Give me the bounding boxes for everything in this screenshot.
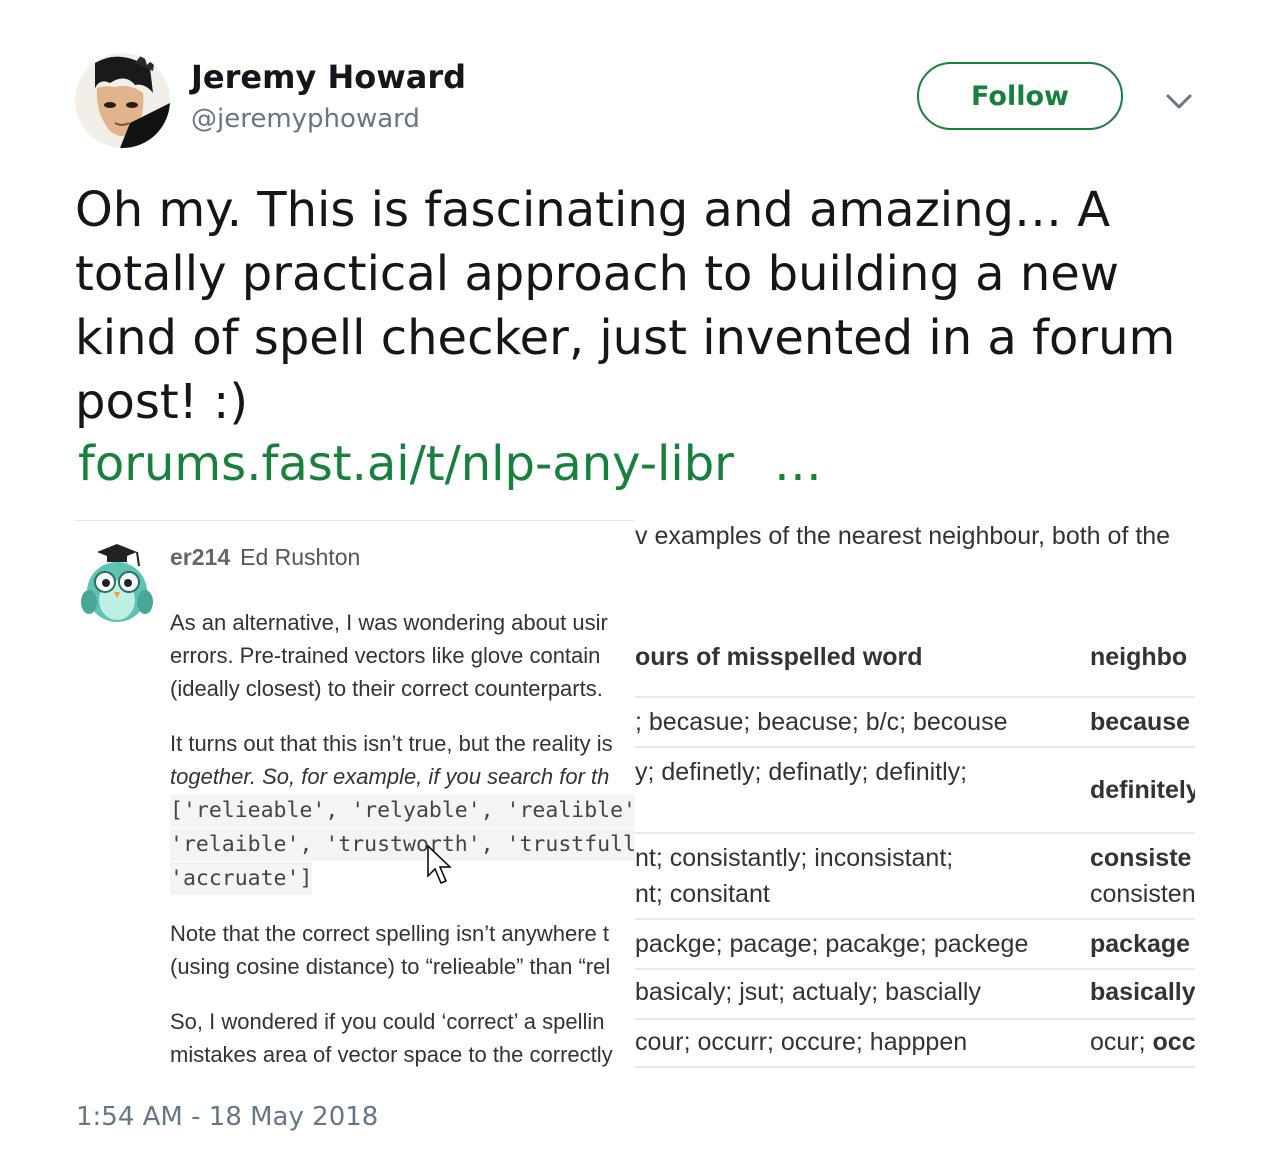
tweet-media-image[interactable]: er214 Ed Rushton As an alternative, I was… xyxy=(75,520,1195,1070)
table-cell: consisten xyxy=(1090,880,1195,908)
forum-user: er214 Ed Rushton xyxy=(170,544,360,571)
forum-fullname: Ed Rushton xyxy=(240,544,361,570)
table-row: basicaly; jsut; actualy; bascially basic… xyxy=(635,970,1195,1020)
tweet-line: Oh my. This is fascinating and amazing… … xyxy=(75,182,1111,238)
forum-username: er214 xyxy=(170,544,231,570)
table-cell: consiste xyxy=(1090,844,1192,872)
table-cell: y; definetly; definatly; definitly; xyxy=(635,758,968,786)
table-row: cour; occurr; occure; happpen ocur; occ xyxy=(635,1020,1195,1068)
code-line: 'relaible', 'trustworth', 'trustfull xyxy=(170,828,636,861)
tweet-line: post! :) xyxy=(75,374,249,430)
forum-post: As an alternative, I was wondering about… xyxy=(170,606,640,1070)
tweet-link-text[interactable]: forums.fast.ai/t/nlp-any-libr xyxy=(78,436,734,492)
post-line: As an alternative, I was wondering about… xyxy=(170,610,608,635)
author-handle[interactable]: @jeremyphoward xyxy=(191,104,420,134)
table-cell: packge; pacage; pacakge; packege xyxy=(635,930,1029,958)
table-cell: definitely xyxy=(1090,776,1195,804)
table-row: packge; pacage; pacakge; packege package xyxy=(635,920,1195,970)
tweet-text: Oh my. This is fascinating and amazing… … xyxy=(75,178,1225,434)
mouse-cursor-icon xyxy=(426,844,454,886)
table-header-cell: neighbo xyxy=(1090,643,1188,671)
post-line: It turns out that this isn’t true, but t… xyxy=(170,731,613,756)
table-cell: cour; occurr; occure; happpen xyxy=(635,1028,968,1056)
table-cell: occ xyxy=(1152,1028,1195,1056)
table-row: nt; consistantly; inconsistant; nt; cons… xyxy=(635,834,1195,920)
tweet-line: totally practical approach to building a… xyxy=(75,246,1120,302)
table-cell: nt; consitant xyxy=(635,880,770,908)
post-line: Note that the correct spelling isn’t any… xyxy=(170,921,610,946)
author-name[interactable]: Jeremy Howard xyxy=(191,58,466,96)
table-cell: package xyxy=(1090,930,1191,958)
table-cell: ocur; xyxy=(1090,1028,1153,1056)
code-line: 'accruate'] xyxy=(170,862,313,895)
chevron-down-icon[interactable] xyxy=(1164,86,1194,116)
post-line: (using cosine distance) to “relieable” t… xyxy=(170,954,611,979)
table-cell: basicaly; jsut; actualy; bascially xyxy=(635,978,981,1006)
post-line: errors. Pre-trained vectors like glove c… xyxy=(170,643,601,668)
tweet-link[interactable]: forums.fast.ai/t/nlp-any-libr … xyxy=(78,432,822,496)
table-cell: ; becasue; beacuse; b/c; becouse xyxy=(635,708,1008,736)
table-cell: nt; consistantly; inconsistant; xyxy=(635,844,954,872)
post-line: (ideally closest) to their correct count… xyxy=(170,676,603,701)
table-row: ; becasue; beacuse; b/c; becouse because xyxy=(635,698,1195,748)
avatar[interactable] xyxy=(75,53,170,148)
tweet-link-ellipsis[interactable]: … xyxy=(774,436,822,492)
code-line: ['relieable', 'relyable', 'realible' / xyxy=(170,794,640,827)
table-cell: because xyxy=(1090,708,1191,736)
post-line: mistakes area of vector space to the cor… xyxy=(170,1042,613,1067)
table-header-cell: ours of misspelled word xyxy=(635,643,923,671)
tweet-line: kind of spell checker, just invented in … xyxy=(75,310,1176,366)
table-cell: basically xyxy=(1090,978,1195,1006)
post-line: together. So, for example, if you search… xyxy=(170,764,610,789)
table-header: ours of misspelled word neighbo xyxy=(635,640,1195,698)
follow-button[interactable]: Follow xyxy=(917,62,1123,130)
table-row: y; definetly; definatly; definitly; defi… xyxy=(635,748,1195,834)
owl-avatar-icon xyxy=(79,542,155,626)
tweet-timestamp[interactable]: 1:54 AM - 18 May 2018 xyxy=(76,1102,378,1132)
post-line: So, I wondered if you could ‘correct’ a … xyxy=(170,1009,605,1034)
overlay-caption: v examples of the nearest neighbour, bot… xyxy=(635,522,1171,550)
neighbour-table-image: v examples of the nearest neighbour, bot… xyxy=(635,520,1195,1070)
